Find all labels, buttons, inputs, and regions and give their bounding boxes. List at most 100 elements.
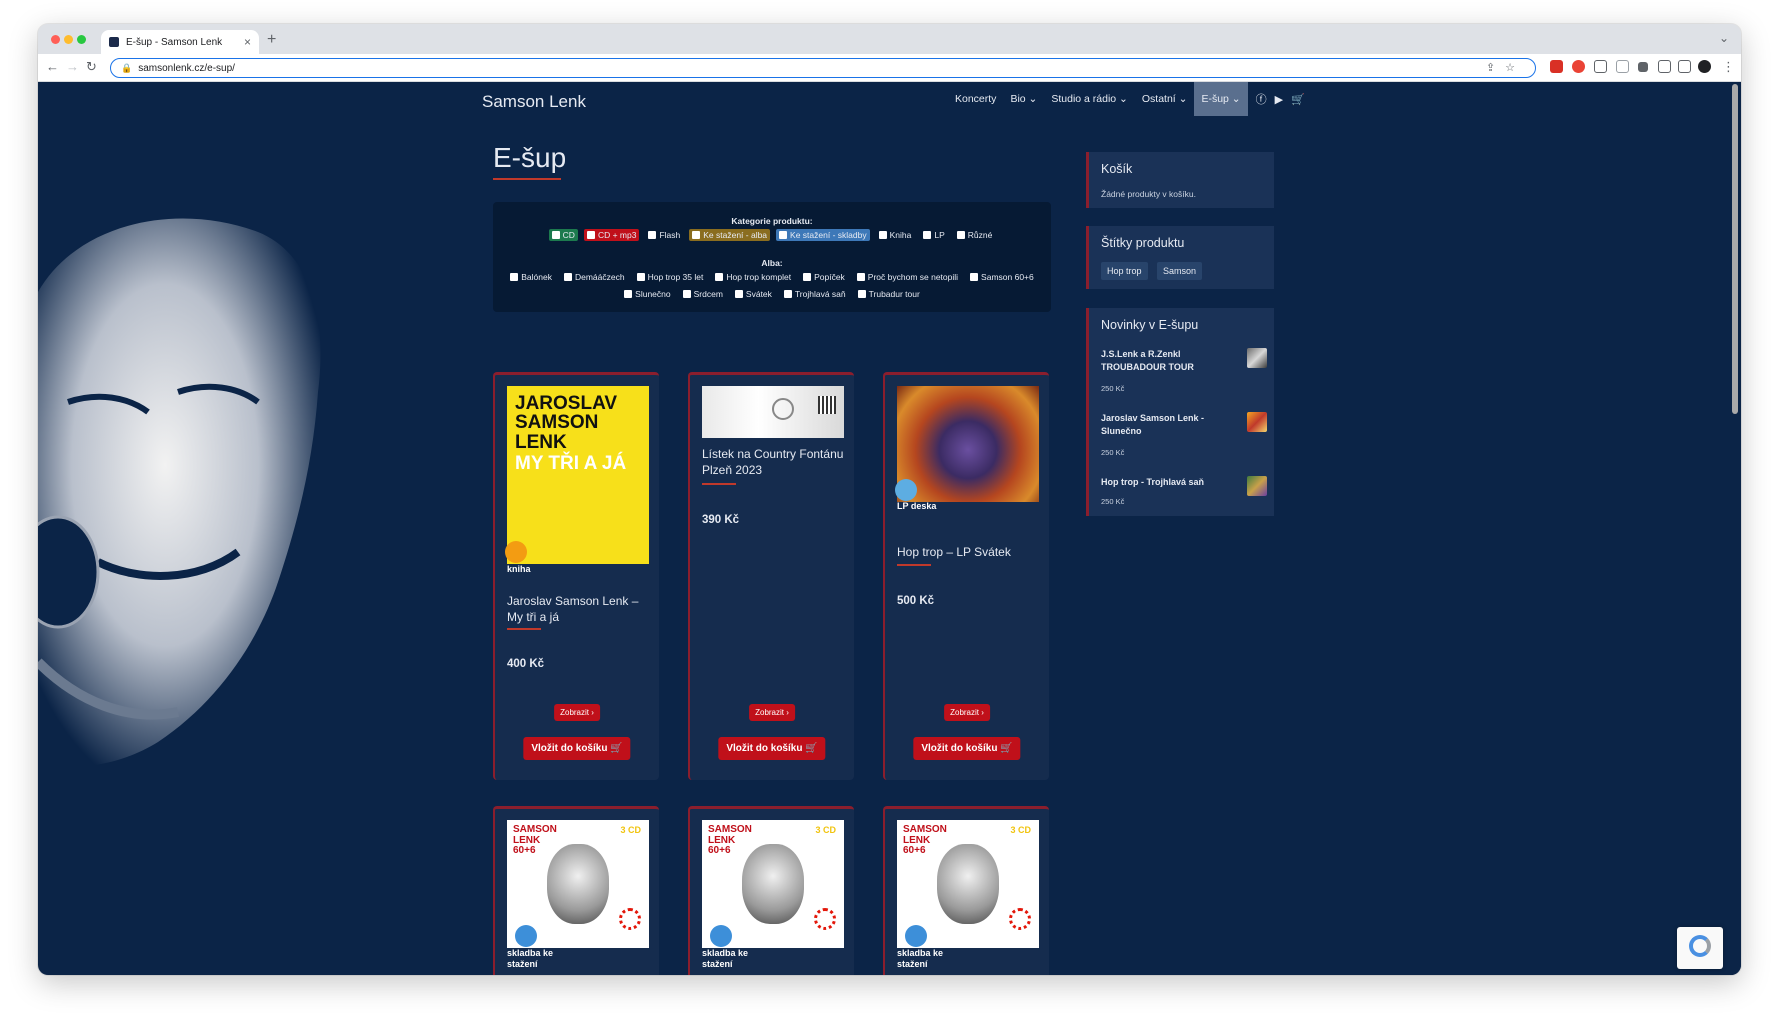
filter-category[interactable]: Kniha xyxy=(876,229,915,241)
filter-category[interactable]: Flash xyxy=(645,229,683,241)
site-brand-logo[interactable]: Samson Lenk xyxy=(482,92,586,112)
nav-item-ostatni[interactable]: Ostatní ⌄ xyxy=(1135,82,1195,116)
filter-album[interactable]: Trojhlavá saň xyxy=(781,288,849,300)
reload-icon[interactable]: ↻ xyxy=(86,59,97,75)
news-item-name[interactable]: Jaroslav Samson Lenk - Slunečno xyxy=(1101,412,1221,438)
filter-category[interactable]: Různé xyxy=(954,229,996,241)
extension-icon[interactable] xyxy=(1550,60,1563,73)
news-item-thumbnail[interactable] xyxy=(1247,348,1267,368)
filter-album[interactable]: Svátek xyxy=(732,288,775,300)
product-image[interactable] xyxy=(897,386,1039,502)
filter-category[interactable]: Ke stažení - skladby xyxy=(776,229,870,241)
tag-hop-trop[interactable]: Hop trop xyxy=(1101,262,1148,280)
filter-album[interactable]: Popíček xyxy=(800,271,848,283)
ticket-logo-icon xyxy=(772,398,794,420)
title-underline xyxy=(493,178,561,180)
tab-title: E-šup - Samson Lenk xyxy=(126,36,223,48)
portrait-sketch-image xyxy=(742,844,804,924)
product-card: SAMSON LENK 60+6 3 CD skladba ke stažení xyxy=(688,806,854,975)
product-badge-label: skladba ke stažení xyxy=(507,948,554,969)
cover-title: SAMSON LENK 60+6 xyxy=(903,824,947,856)
nav-item-e-sup[interactable]: E-šup ⌄ xyxy=(1194,82,1248,116)
filter-category[interactable]: CD + mp3 xyxy=(583,229,640,241)
news-item-price: 250 Kč xyxy=(1101,448,1125,457)
filter-album[interactable]: Balónek xyxy=(507,271,555,283)
cover-cd-count: 3 CD xyxy=(620,825,641,835)
puzzle-extensions-icon[interactable] xyxy=(1638,62,1648,72)
news-item-thumbnail[interactable] xyxy=(1247,476,1267,496)
book-badge-icon xyxy=(505,541,527,563)
nav-item-studio-a-radio[interactable]: Studio a rádio ⌄ xyxy=(1044,82,1135,116)
show-product-button[interactable]: Zobrazit › xyxy=(749,704,795,721)
tag-samson[interactable]: Samson xyxy=(1157,262,1203,280)
minimize-window-button[interactable] xyxy=(64,35,73,44)
cart-widget: Košík Žádné produkty v košíku. xyxy=(1086,152,1274,208)
filter-album[interactable]: Srdcem xyxy=(680,288,726,300)
album-filter-row: Slunečno Srdcem Svátek Trojhlavá saň Tru… xyxy=(493,288,1051,300)
show-product-button[interactable]: Zobrazit › xyxy=(944,704,990,721)
product-name-underline xyxy=(897,564,931,566)
back-icon[interactable]: ← xyxy=(46,59,59,74)
extension-icon[interactable] xyxy=(1616,60,1629,73)
add-to-cart-button[interactable]: Vložit do košíku 🛒 xyxy=(718,737,826,760)
product-name[interactable]: Lístek na Country Fontánu Plzeň 2023 xyxy=(702,447,844,478)
close-tab-icon[interactable]: × xyxy=(244,35,251,49)
album-filter-label: Alba: xyxy=(761,258,783,268)
new-tab-icon[interactable]: + xyxy=(267,31,276,49)
news-item-price: 250 Kč xyxy=(1101,497,1125,506)
product-image[interactable] xyxy=(702,386,844,438)
scrollbar-thumb[interactable] xyxy=(1732,84,1738,414)
show-product-button[interactable]: Zobrazit › xyxy=(554,704,600,721)
facebook-icon[interactable]: ⓕ xyxy=(1256,91,1267,107)
page-title: E-šup xyxy=(493,142,567,173)
nav-item-bio[interactable]: Bio ⌄ xyxy=(1003,82,1044,116)
cover-cd-count: 3 CD xyxy=(1010,825,1031,835)
vinyl-badge-icon xyxy=(895,479,917,501)
browser-menu-icon[interactable]: ⋮ xyxy=(1722,59,1735,75)
filter-album[interactable]: Trubadur tour xyxy=(855,288,923,300)
cover-cd-count: 3 CD xyxy=(815,825,836,835)
page-scrollbar[interactable] xyxy=(1729,82,1741,975)
page-viewport: Samson Lenk Koncerty Bio ⌄ Studio a rádi… xyxy=(38,82,1741,975)
nav-item-koncerty[interactable]: Koncerty xyxy=(948,82,1003,116)
forward-icon[interactable]: → xyxy=(66,59,79,74)
filter-album[interactable]: Hop trop 35 let xyxy=(634,271,707,283)
product-name[interactable]: Hop trop – LP Svátek xyxy=(897,545,1039,561)
news-item-thumbnail[interactable] xyxy=(1247,412,1267,432)
share-and-bookmark-icons[interactable]: ⇪☆ xyxy=(1486,61,1525,74)
product-name[interactable]: Jaroslav Samson Lenk – My tři a já xyxy=(507,594,649,625)
product-image[interactable]: JAROSLAV SAMSON LENK MY TŘI A JÁ xyxy=(507,386,649,564)
filter-album[interactable]: Demááčzech xyxy=(561,271,628,283)
filter-album[interactable]: Hop trop komplet xyxy=(712,271,794,283)
address-bar[interactable]: 🔒 samsonlenk.cz/e-sup/ ⇪☆ xyxy=(110,58,1536,78)
product-price: 500 Kč xyxy=(897,595,935,607)
product-badge-label: skladba ke stažení xyxy=(702,948,749,969)
close-window-button[interactable] xyxy=(51,35,60,44)
main-navigation: Koncerty Bio ⌄ Studio a rádio ⌄ Ostatní … xyxy=(948,82,1305,116)
tab-search-icon[interactable]: ⌄ xyxy=(1719,31,1729,45)
filter-category[interactable]: Ke stažení - alba xyxy=(689,229,771,241)
filter-category[interactable]: LP xyxy=(920,229,947,241)
adblock-extension-icon[interactable] xyxy=(1572,60,1585,73)
recaptcha-badge[interactable] xyxy=(1677,927,1723,969)
screenshot-extension-icon[interactable] xyxy=(1594,60,1607,73)
filter-category[interactable]: CD xyxy=(548,229,578,241)
filter-album[interactable]: Slunečno xyxy=(621,288,673,300)
profile-avatar[interactable] xyxy=(1698,60,1711,73)
browser-window: E-šup - Samson Lenk × + ⌄ ← → ↻ 🔒 samson… xyxy=(38,24,1741,975)
reading-list-icon[interactable] xyxy=(1658,60,1671,73)
add-to-cart-button[interactable]: Vložit do košíku 🛒 xyxy=(913,737,1021,760)
side-panel-icon[interactable] xyxy=(1678,60,1691,73)
filter-album[interactable]: Samson 60+6 xyxy=(967,271,1037,283)
news-item-name[interactable]: Hop trop - Trojhlavá saň xyxy=(1101,476,1221,489)
product-name-underline xyxy=(507,628,541,630)
cart-icon[interactable]: 🛒 xyxy=(1291,93,1305,106)
portrait-sketch-image xyxy=(547,844,609,924)
product-badge-label: kniha xyxy=(507,564,531,574)
maximize-window-button[interactable] xyxy=(77,35,86,44)
youtube-icon[interactable]: ▶ xyxy=(1275,93,1283,106)
browser-tab[interactable]: E-šup - Samson Lenk × xyxy=(101,30,259,54)
add-to-cart-button[interactable]: Vložit do košíku 🛒 xyxy=(523,737,631,760)
filter-album[interactable]: Proč bychom se netopili xyxy=(854,271,961,283)
news-item-name[interactable]: J.S.Lenk a R.Zenkl TROUBADOUR TOUR xyxy=(1101,348,1221,374)
